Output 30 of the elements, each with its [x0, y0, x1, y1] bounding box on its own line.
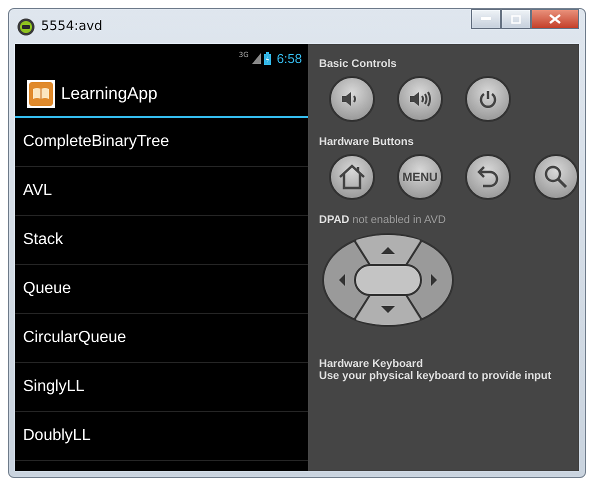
close-icon	[549, 14, 561, 24]
volume-up-button[interactable]	[397, 76, 443, 122]
dpad-note: DPAD not enabled in AVD	[319, 214, 446, 226]
volume-down-button[interactable]	[329, 76, 375, 122]
power-icon	[478, 89, 498, 109]
section-heading: Basic Controls	[319, 58, 397, 70]
dpad-control[interactable]	[321, 232, 455, 328]
window-title: 5554:avd	[41, 19, 102, 34]
signal-icon	[252, 52, 261, 64]
search-icon	[543, 164, 569, 190]
status-time: 6:58	[276, 50, 302, 66]
android-icon	[17, 18, 35, 36]
search-button[interactable]	[533, 154, 579, 200]
maximize-icon	[511, 14, 521, 24]
back-arrow-icon	[476, 164, 500, 190]
keyboard-hint: Use your physical keyboard to provide input	[319, 370, 552, 382]
section-heading: Hardware Buttons	[319, 136, 414, 148]
menu-button[interactable]: MENU	[397, 154, 443, 200]
house-icon	[337, 163, 367, 191]
speaker-icon	[408, 89, 432, 109]
section-heading: Hardware Keyboard	[319, 358, 423, 370]
power-button[interactable]	[465, 76, 511, 122]
back-button[interactable]	[465, 154, 511, 200]
home-button[interactable]	[329, 154, 375, 200]
maximize-button[interactable]	[501, 9, 531, 29]
minimize-button[interactable]	[471, 9, 501, 29]
book-icon	[27, 80, 55, 108]
battery-icon	[264, 52, 271, 64]
close-button[interactable]	[531, 9, 579, 29]
app-title: LearningApp	[61, 84, 158, 104]
